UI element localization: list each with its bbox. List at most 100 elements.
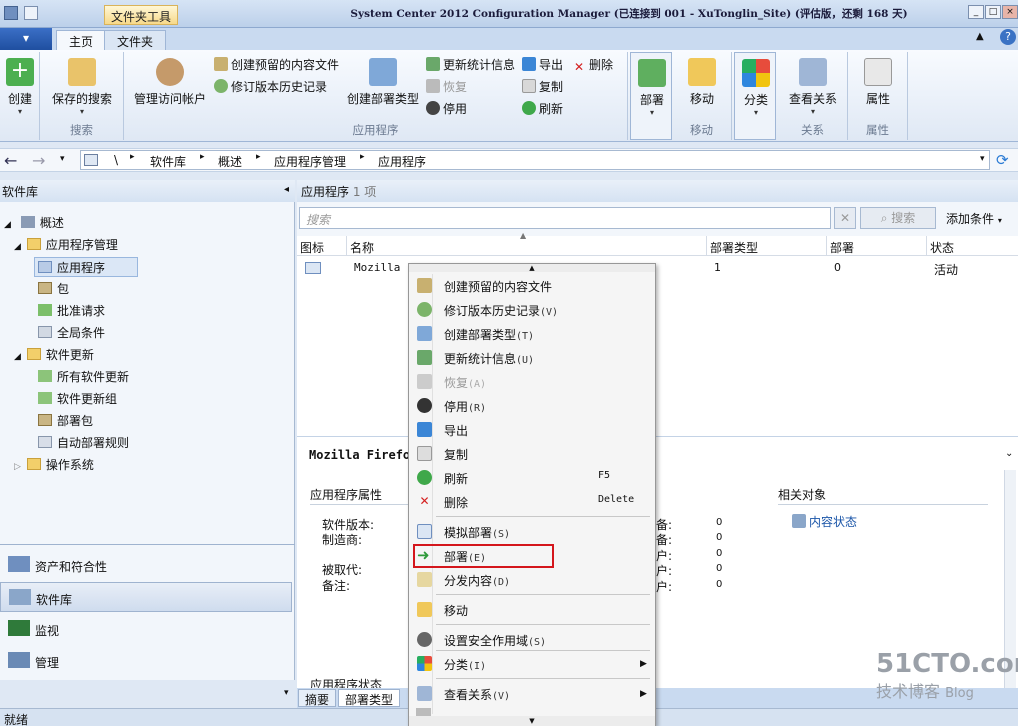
menu-item-create-deploy-type[interactable]: 创建部署类型(T): [410, 322, 654, 344]
assets-icon: [8, 556, 30, 572]
tree-item-approval-requests[interactable]: 批准请求: [38, 302, 105, 319]
view-relationships-button[interactable]: 查看关系 ▾: [782, 58, 844, 116]
breadcrumb-applications[interactable]: 应用程序: [378, 153, 426, 170]
menu-item-retire[interactable]: 停用(R): [410, 394, 654, 416]
collapse-pane-icon[interactable]: ◂: [284, 184, 289, 195]
menu-item-revision-history[interactable]: 修订版本历史记录(V): [410, 298, 654, 320]
forward-arrow-icon[interactable]: →: [32, 151, 45, 170]
breadcrumb-app-management[interactable]: 应用程序管理: [274, 153, 346, 170]
close-button[interactable]: ×: [1002, 5, 1018, 19]
move-button[interactable]: 移动: [680, 58, 724, 107]
menu-scroll-down-icon[interactable]: ▼: [409, 716, 655, 726]
tree-item-update-groups[interactable]: 软件更新组: [38, 390, 117, 407]
deploy-ribbon-button[interactable]: 部署 ▾: [635, 59, 669, 117]
tree-item-global-conditions[interactable]: 全局条件: [38, 324, 105, 341]
column-icon[interactable]: 图标: [300, 239, 324, 256]
create-button[interactable]: + 创建 ▾: [4, 58, 36, 116]
nav-options-icon[interactable]: ▾: [284, 688, 289, 698]
breadcrumb-software-library[interactable]: 软件库: [150, 153, 186, 170]
copy-icon: [417, 446, 432, 461]
address-dropdown-icon[interactable]: ▾: [980, 154, 985, 164]
tree-item-deployment-packages[interactable]: 部署包: [38, 412, 93, 429]
categorize-button[interactable]: 分类 ▾: [739, 59, 773, 117]
app-status-header: 应用程序状态: [310, 678, 383, 688]
file-menu-button[interactable]: ▾: [0, 28, 52, 50]
column-deployment-types[interactable]: 部署类型: [710, 239, 758, 256]
folder-icon: [26, 458, 41, 470]
revision-history-button[interactable]: 修订版本历史记录: [214, 78, 327, 95]
application-icon: [38, 261, 52, 273]
relationship-icon: [799, 58, 827, 86]
details-collapse-icon[interactable]: ⌄: [1005, 448, 1013, 459]
menu-item-refresh[interactable]: 刷新 F5: [410, 466, 654, 488]
add-criteria-button[interactable]: 添加条件 ▾: [946, 210, 1002, 227]
menu-item-categorize[interactable]: 分类(I): [410, 652, 654, 674]
tree-item-software-updates[interactable]: ◢ 软件更新: [14, 346, 94, 363]
tree-item-auto-deploy-rules[interactable]: 自动部署规则: [38, 434, 129, 451]
menu-scroll-up-icon[interactable]: ▲: [409, 264, 655, 272]
menu-item-create-prestaged[interactable]: 创建预留的内容文件: [410, 274, 654, 296]
menu-item-move[interactable]: 移动: [410, 598, 654, 620]
tab-folder[interactable]: 文件夹: [104, 30, 167, 50]
section-software-library[interactable]: 软件库: [0, 582, 292, 612]
menu-item-security-scopes[interactable]: 设置安全作用域(S): [410, 628, 654, 650]
tree-item-app-management[interactable]: ◢ 应用程序管理: [14, 236, 118, 253]
content-status-link[interactable]: 内容状态: [792, 513, 857, 530]
update-stats-button[interactable]: 更新统计信息: [426, 56, 515, 73]
menu-item-update-stats[interactable]: 更新统计信息(U): [410, 346, 654, 368]
address-box[interactable]: [80, 150, 990, 170]
delete-button[interactable]: ✕ 删除: [572, 56, 613, 74]
breadcrumb-root[interactable]: \: [114, 153, 118, 167]
column-name[interactable]: 名称: [350, 239, 374, 256]
group-move: 移动 移动: [672, 52, 732, 140]
section-assets-compliance[interactable]: 资产和符合性: [0, 550, 292, 580]
create-prestaged-button[interactable]: 创建预留的内容文件: [214, 56, 339, 73]
stop-icon: [417, 398, 432, 413]
minimize-button[interactable]: _: [968, 5, 984, 19]
menu-item-distribute-content[interactable]: 分发内容(D): [410, 568, 654, 590]
manage-accounts-button[interactable]: 管理访问帐户: [130, 58, 210, 107]
tree-item-packages[interactable]: 包: [38, 280, 69, 297]
tree-item-overview[interactable]: ◢ 概述: [4, 214, 64, 231]
copy-button[interactable]: 复制: [522, 78, 563, 95]
refresh-button[interactable]: 刷新: [522, 100, 563, 117]
tab-summary[interactable]: 摘要: [298, 689, 337, 707]
tree-item-all-updates[interactable]: 所有软件更新: [38, 368, 129, 385]
wunderbar-divider: [0, 544, 295, 545]
breadcrumb-overview[interactable]: 概述: [218, 153, 242, 170]
menu-item-simulate-deploy[interactable]: 模拟部署(S): [410, 520, 654, 542]
menu-item-view-relationships[interactable]: 查看关系(V): [410, 682, 654, 704]
restore-button[interactable]: 恢复: [426, 78, 467, 95]
section-monitoring[interactable]: 监视: [0, 614, 292, 644]
table-row[interactable]: Mozilla F 1 0 活动: [297, 258, 1018, 277]
tab-home[interactable]: 主页: [56, 30, 107, 50]
back-arrow-icon[interactable]: ←: [4, 151, 17, 170]
menu-item-export[interactable]: 导出: [410, 418, 654, 440]
column-status[interactable]: 状态: [930, 239, 954, 256]
properties-button[interactable]: 属性: [856, 58, 900, 107]
ribbon-collapse-icon[interactable]: ▲: [976, 31, 984, 42]
saved-search-button[interactable]: 保存的搜索 ▾: [50, 58, 114, 116]
export-button[interactable]: 导出: [522, 56, 563, 73]
history-dropdown-icon[interactable]: ▾: [60, 154, 65, 164]
help-icon[interactable]: ?: [1000, 29, 1016, 45]
stat-value: 0: [716, 579, 723, 590]
retire-button[interactable]: 停用: [426, 100, 467, 117]
stat-value: 0: [716, 517, 723, 528]
search-button[interactable]: ⌕ 搜索: [860, 207, 936, 229]
menu-item-copy[interactable]: 复制: [410, 442, 654, 464]
highlight-box: [413, 544, 554, 568]
maximize-button[interactable]: □: [985, 5, 1001, 19]
search-input[interactable]: 搜索: [299, 207, 831, 229]
folder-icon: [26, 348, 41, 360]
tree-item-os[interactable]: ▷ 操作系统: [14, 456, 94, 473]
create-deploy-type-button[interactable]: 创建部署类型: [344, 58, 422, 107]
section-administration[interactable]: 管理: [0, 646, 292, 676]
tab-deployment-types[interactable]: 部署类型: [338, 689, 401, 707]
tree-item-applications[interactable]: 应用程序: [34, 257, 138, 277]
menu-item-delete[interactable]: ✕ 删除 Delete: [410, 490, 654, 512]
history-icon: [214, 79, 228, 93]
refresh-icon[interactable]: ⟳: [996, 151, 1009, 169]
column-deployments[interactable]: 部署: [830, 239, 854, 256]
clear-search-icon[interactable]: ✕: [834, 207, 856, 229]
